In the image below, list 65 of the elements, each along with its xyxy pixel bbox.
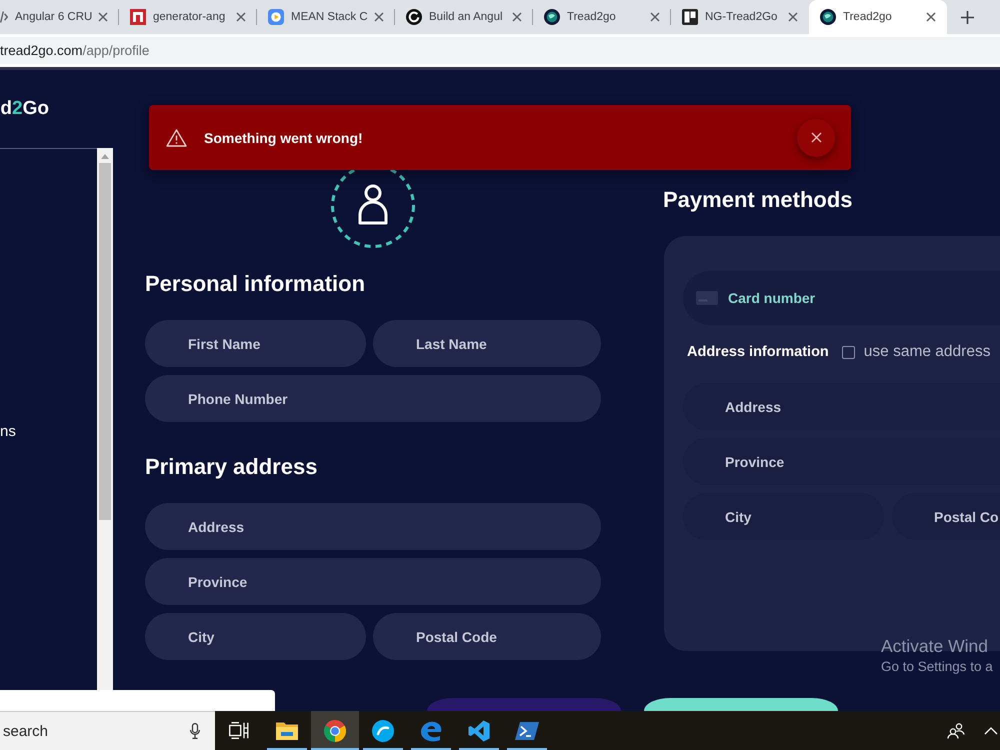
section-heading: Primary address bbox=[145, 453, 318, 481]
chrome-icon bbox=[324, 720, 346, 742]
browser-tab[interactable]: Tread2go bbox=[533, 0, 671, 34]
address-bar[interactable]: tread2go.com/app/profile bbox=[0, 37, 1000, 64]
close-icon[interactable] bbox=[788, 12, 798, 22]
ribbon-icon bbox=[468, 720, 490, 742]
input-field[interactable]: City bbox=[145, 613, 366, 660]
input-field[interactable]: Postal Code bbox=[373, 613, 601, 660]
address-information-label: Address information bbox=[687, 344, 829, 360]
primary-button[interactable] bbox=[644, 698, 838, 711]
scrollbar[interactable] bbox=[97, 148, 113, 690]
browser-tab[interactable]: NG-Tread2Go bbox=[671, 0, 809, 34]
logo: d2Go bbox=[0, 98, 49, 120]
globe-icon bbox=[820, 9, 836, 25]
browser-tab[interactable]: Build an Angul bbox=[395, 0, 533, 34]
people-icon[interactable] bbox=[947, 722, 965, 738]
close-icon bbox=[810, 132, 822, 143]
close-icon[interactable] bbox=[650, 12, 660, 22]
ring-logo-icon bbox=[406, 9, 422, 25]
folder-icon bbox=[276, 721, 298, 740]
tile-icon bbox=[130, 9, 146, 25]
section-heading: Payment methods bbox=[663, 186, 852, 214]
microphone-icon[interactable] bbox=[190, 723, 200, 739]
input-field[interactable]: City bbox=[683, 493, 884, 540]
terminal-icon bbox=[515, 720, 539, 740]
warning-icon bbox=[166, 128, 187, 146]
swirl-icon bbox=[372, 720, 394, 742]
play-icon bbox=[268, 9, 284, 25]
search-field[interactable]: search bbox=[0, 711, 215, 750]
input-field[interactable]: Postal Co bbox=[892, 493, 1000, 540]
close-icon[interactable] bbox=[98, 12, 108, 22]
input-field[interactable]: Province bbox=[683, 438, 1000, 485]
card-number-field[interactable]: Card number bbox=[683, 271, 1000, 325]
code-icon bbox=[0, 10, 8, 24]
task-view-icon bbox=[229, 722, 249, 739]
swoosh-icon bbox=[420, 720, 442, 742]
input-field[interactable]: Last Name bbox=[373, 320, 601, 367]
close-icon[interactable] bbox=[236, 12, 246, 22]
sidebar-item[interactable]: ns bbox=[0, 423, 16, 440]
close-button[interactable] bbox=[797, 118, 835, 156]
card-icon bbox=[696, 291, 718, 305]
activation-subtitle: Go to Settings to a bbox=[881, 659, 993, 674]
close-icon[interactable] bbox=[374, 12, 384, 22]
plus-icon[interactable] bbox=[961, 10, 974, 24]
chevron-up-icon[interactable] bbox=[984, 726, 998, 734]
input-field[interactable]: Address bbox=[145, 503, 601, 550]
input-field[interactable]: Phone Number bbox=[145, 375, 601, 422]
input-field[interactable]: First Name bbox=[145, 320, 366, 367]
board-icon bbox=[682, 9, 698, 25]
activation-title: Activate Wind bbox=[881, 636, 988, 657]
browser-tab[interactable]: MEAN Stack C bbox=[257, 0, 395, 34]
close-icon[interactable] bbox=[512, 12, 522, 22]
checkbox[interactable] bbox=[842, 346, 855, 358]
taskbar-button[interactable] bbox=[311, 711, 359, 750]
error-message: Something went wrong! bbox=[204, 130, 363, 146]
scroll-thumb[interactable] bbox=[99, 163, 111, 520]
globe-icon bbox=[544, 9, 560, 25]
browser-tab[interactable]: Tread2go bbox=[809, 0, 947, 34]
browser-tab[interactable]: generator-ang bbox=[119, 0, 257, 34]
input-field[interactable]: Address bbox=[683, 383, 1000, 430]
close-icon[interactable] bbox=[926, 12, 936, 22]
browser-tab[interactable]: Angular 6 CRU bbox=[0, 0, 119, 34]
checkbox-label[interactable]: use same address bbox=[864, 343, 990, 361]
section-heading: Personal information bbox=[145, 270, 366, 298]
input-field[interactable]: Province bbox=[145, 558, 601, 605]
